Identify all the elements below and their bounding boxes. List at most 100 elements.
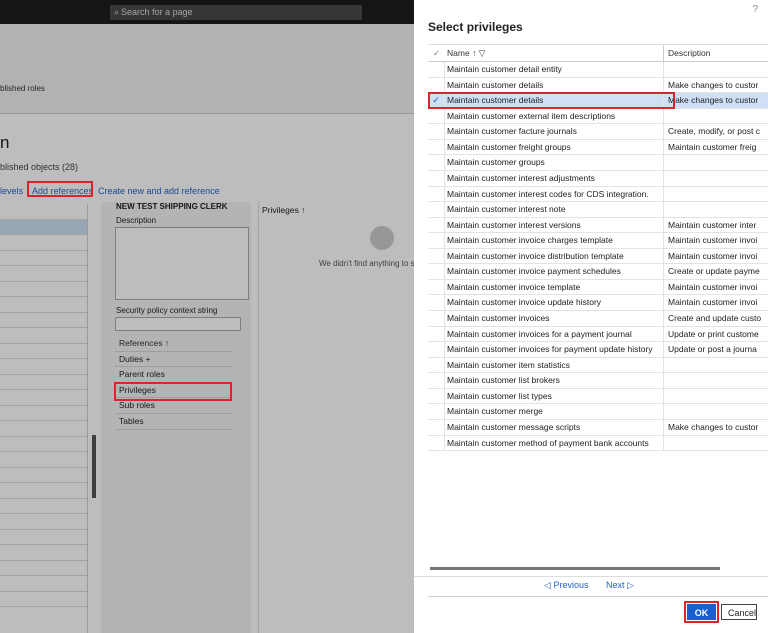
table-row[interactable]: Maintain customer interest versions Maint…	[428, 217, 768, 234]
row-checkbox[interactable]	[428, 326, 445, 342]
name-column-header[interactable]: Name ↑ ▽	[447, 45, 485, 62]
privilege-description: Maintain customer freig	[663, 139, 768, 155]
highlight-add-references	[27, 181, 93, 197]
privilege-description	[663, 186, 768, 202]
row-checkbox[interactable]	[428, 170, 445, 186]
privilege-description	[663, 202, 768, 218]
help-icon[interactable]: ?	[752, 4, 758, 15]
row-checkbox[interactable]	[428, 62, 445, 77]
previous-page-button[interactable]: ◁ Previous	[544, 580, 588, 591]
table-row[interactable]: Maintain customer detail entity	[428, 62, 768, 78]
cancel-button[interactable]: Cancel	[721, 604, 757, 620]
table-row[interactable]: Maintain customer method of payment bank…	[428, 435, 768, 452]
privilege-description: Make changes to custor	[663, 419, 768, 435]
select-all-checkmark-icon[interactable]: ✓	[428, 45, 445, 62]
row-checkbox[interactable]	[428, 404, 445, 420]
row-checkbox[interactable]	[428, 311, 445, 326]
table-row[interactable]: Maintain customer merge	[428, 404, 768, 420]
background-app: ⌕ Search for a page blished roles n blish…	[0, 0, 414, 633]
privilege-description: Make changes to custor	[663, 93, 768, 109]
privilege-description: Maintain customer invoi	[663, 233, 768, 249]
row-checkbox[interactable]	[428, 342, 445, 358]
row-checkbox[interactable]	[428, 264, 445, 280]
table-row[interactable]: Maintain customer details Make changes to…	[428, 77, 768, 94]
privilege-description	[663, 404, 768, 420]
table-row[interactable]: Maintain customer invoices for a payment…	[428, 326, 768, 343]
highlight-ok-button	[684, 601, 719, 623]
chevron-left-icon: ◁	[544, 580, 551, 590]
table-row[interactable]: Maintain customer invoices Create and upd…	[428, 311, 768, 327]
privilege-name: Maintain customer message scripts	[447, 421, 581, 432]
description-column-header[interactable]: Description	[663, 45, 768, 62]
table-row[interactable]: Maintain customer freight groups Maintain…	[428, 139, 768, 156]
privilege-name: Maintain customer interest adjustments	[447, 172, 595, 183]
privilege-name: Maintain customer invoices	[447, 313, 550, 323]
row-checkbox[interactable]	[428, 186, 445, 202]
row-checkbox[interactable]	[428, 248, 445, 264]
row-checkbox[interactable]	[428, 373, 445, 389]
table-row[interactable]: Maintain customer invoice update history…	[428, 295, 768, 311]
table-row[interactable]: Maintain customer interest adjustments	[428, 170, 768, 187]
modal-overlay	[0, 0, 414, 633]
table-row[interactable]: Maintain customer interest codes for CDS…	[428, 186, 768, 203]
privilege-description: Update or print custome	[663, 326, 768, 342]
row-checkbox[interactable]	[428, 357, 445, 373]
highlight-privileges-reference	[114, 382, 232, 401]
privilege-description	[663, 62, 768, 77]
privilege-description: Maintain customer invoi	[663, 248, 768, 264]
privilege-name: Maintain customer invoice distribution t…	[447, 250, 624, 261]
privilege-name: Maintain customer details	[447, 79, 544, 90]
privilege-name: Maintain customer detail entity	[447, 64, 562, 74]
table-row[interactable]: Maintain customer facture journals Create…	[428, 124, 768, 140]
privilege-name: Maintain customer invoice update history	[447, 297, 602, 308]
table-row[interactable]: Maintain customer list types	[428, 388, 768, 405]
table-row[interactable]: Maintain customer external item descript…	[428, 108, 768, 125]
sort-up-icon[interactable]: ↑	[472, 48, 476, 58]
row-checkbox[interactable]	[428, 217, 445, 233]
row-checkbox[interactable]	[428, 108, 445, 124]
row-checkbox[interactable]	[428, 139, 445, 155]
privilege-name: Maintain customer interest versions	[447, 219, 581, 230]
row-checkbox[interactable]	[428, 202, 445, 218]
pager: ◁ Previous Next ▷	[414, 576, 768, 592]
privilege-description	[663, 108, 768, 124]
row-checkbox[interactable]	[428, 295, 445, 311]
table-row[interactable]: Maintain customer message scripts Make ch…	[428, 419, 768, 436]
table-row[interactable]: Maintain customer invoice charges templa…	[428, 233, 768, 249]
table-row[interactable]: Maintain customer invoice payment schedu…	[428, 264, 768, 280]
table-row[interactable]: Maintain customer invoice template Mainta…	[428, 279, 768, 296]
privilege-name: Maintain customer freight groups	[447, 141, 571, 152]
privilege-name: Maintain customer invoice template	[447, 281, 581, 292]
privilege-description: Maintain customer invoi	[663, 279, 768, 295]
row-checkbox[interactable]	[428, 279, 445, 295]
privileges-grid: ✓ Name ↑ ▽ Description Maintain customer…	[428, 44, 768, 570]
privilege-name: Maintain customer interest codes for CDS…	[447, 188, 649, 199]
table-row[interactable]: Maintain customer item statistics	[428, 357, 768, 374]
table-row[interactable]: Maintain customer list brokers	[428, 373, 768, 389]
privilege-description: Create or update payme	[663, 264, 768, 280]
privilege-description	[663, 373, 768, 389]
table-row[interactable]: Maintain customer invoices for payment u…	[428, 342, 768, 358]
table-row[interactable]: Maintain customer invoice distribution t…	[428, 248, 768, 265]
privilege-description	[663, 388, 768, 404]
grid-rows: Maintain customer detail entity Maintain …	[428, 62, 768, 452]
row-checkbox[interactable]	[428, 77, 445, 93]
horizontal-scrollbar[interactable]	[430, 567, 720, 570]
row-checkbox[interactable]	[428, 419, 445, 435]
privilege-description: Create, modify, or post c	[663, 124, 768, 140]
privilege-description: Create and update custo	[663, 311, 768, 326]
table-row[interactable]: Maintain customer groups	[428, 155, 768, 171]
privilege-description: Maintain customer inter	[663, 217, 768, 233]
privilege-name: Maintain customer method of payment bank…	[447, 437, 649, 448]
row-checkbox[interactable]	[428, 388, 445, 404]
next-page-button[interactable]: Next ▷	[606, 580, 634, 591]
row-checkbox[interactable]	[428, 435, 445, 451]
row-checkbox[interactable]	[428, 233, 445, 249]
privilege-name: Maintain customer invoice payment schedu…	[447, 266, 621, 277]
row-checkbox[interactable]	[428, 155, 445, 171]
privilege-description: Update or post a journa	[663, 342, 768, 358]
table-row[interactable]: Maintain customer interest note	[428, 202, 768, 218]
row-checkbox[interactable]	[428, 124, 445, 140]
previous-label: Previous	[553, 580, 589, 590]
filter-icon[interactable]: ▽	[479, 48, 486, 58]
